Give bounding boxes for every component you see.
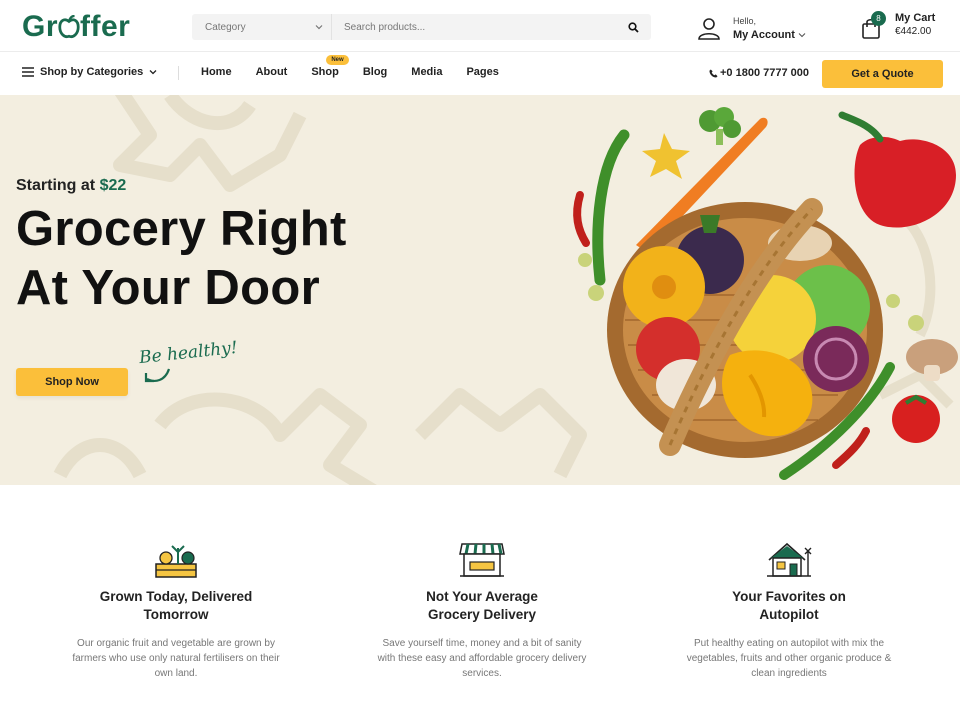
starting-price: $22 xyxy=(99,177,127,194)
logo-text-prefix: Gr xyxy=(22,10,59,43)
crate-produce-icon xyxy=(155,545,197,578)
feature-1-desc-line-1: Our organic fruit and vegetable are grow… xyxy=(77,638,275,649)
chevron-down-icon xyxy=(315,25,323,30)
chevron-down-icon xyxy=(149,70,157,75)
feature-3-title-line-2: Autopilot xyxy=(759,607,819,622)
phone-number: +0 1800 7777 000 xyxy=(720,67,810,79)
nav-link-shop-label: Shop xyxy=(311,66,339,78)
cart-label: My Cart xyxy=(895,12,936,24)
user-icon xyxy=(698,18,720,40)
nav-link-shop[interactable]: Shop New xyxy=(311,55,349,78)
feature-2-desc-line-2: with these easy and affordable grocery d… xyxy=(377,653,587,664)
feature-2-desc-line-3: services. xyxy=(462,668,502,679)
curved-arrow-icon xyxy=(144,368,171,383)
starting-price-line: Starting at $22 xyxy=(16,177,126,195)
feature-1-desc-line-2: farmers who use only natural fertilisers… xyxy=(72,653,280,664)
hero-title-line-1: Grocery Right xyxy=(16,202,347,256)
hero-title: Grocery Right At Your Door xyxy=(16,200,347,318)
apple-logo-icon xyxy=(58,15,80,39)
top-header: Gr ffer Category Hello, My Account 8 xyxy=(0,0,960,52)
feature-3-description: Put healthy eating on autopilot with mix… xyxy=(649,636,929,681)
feature-card-1: Grown Today, Delivered Tomorrow Our orga… xyxy=(36,540,316,681)
chevron-down-icon xyxy=(798,33,806,38)
feature-3-desc-line-1: Put healthy eating on autopilot with mix… xyxy=(693,638,885,649)
feature-card-2: Not Your Average Grocery Delivery Save y… xyxy=(342,540,622,681)
account-menu[interactable]: Hello, My Account xyxy=(697,14,806,42)
phone-link[interactable]: +0 1800 7777 000 xyxy=(709,67,809,79)
storefront-icon xyxy=(459,543,505,577)
hamburger-menu-icon xyxy=(22,67,34,77)
cart-count-badge: 8 xyxy=(871,11,886,26)
feature-card-3: Your Favorites on Autopilot Put healthy … xyxy=(649,540,929,681)
account-greeting: Hello, xyxy=(733,16,757,26)
feature-2-description: Save yourself time, money and a bit of s… xyxy=(342,636,622,681)
site-logo[interactable]: Gr ffer xyxy=(22,10,130,44)
feature-3-desc-line-3: clean ingredients xyxy=(751,668,827,679)
feature-1-desc-line-3: own land. xyxy=(154,668,198,679)
shop-by-categories-menu[interactable]: Shop by Categories xyxy=(22,66,157,78)
feature-1-description: Our organic fruit and vegetable are grow… xyxy=(36,636,316,681)
account-label: My Account xyxy=(733,29,795,41)
new-badge: New xyxy=(326,55,349,65)
feature-3-title: Your Favorites on Autopilot xyxy=(649,588,929,624)
search-input[interactable] xyxy=(332,14,615,40)
hero-banner: Starting at $22 Grocery Right At Your Do… xyxy=(0,95,960,485)
feature-1-title-line-2: Tomorrow xyxy=(143,607,209,622)
phone-icon xyxy=(709,68,718,78)
logo-text-suffix: ffer xyxy=(80,10,131,43)
feature-3-desc-line-2: vegetables, fruits and other organic pro… xyxy=(686,653,892,664)
cart-amount: €442.00 xyxy=(895,26,932,37)
feature-1-title-line-1: Grown Today, Delivered xyxy=(99,589,253,604)
hero-title-line-2: At Your Door xyxy=(16,261,320,315)
get-a-quote-button[interactable]: Get a Quote xyxy=(822,60,943,88)
nav-link-pages[interactable]: Pages xyxy=(466,66,498,78)
feature-2-title: Not Your Average Grocery Delivery xyxy=(342,588,622,624)
search-bar: Category xyxy=(192,14,651,40)
cart-icon-wrap: 8 xyxy=(860,11,886,45)
category-select[interactable]: Category xyxy=(192,14,332,40)
nav-divider xyxy=(178,66,179,80)
main-nav: Shop by Categories Home About Shop New Bl… xyxy=(0,52,960,95)
account-label-row: My Account xyxy=(733,28,806,42)
search-icon xyxy=(627,21,639,33)
feature-1-title: Grown Today, Delivered Tomorrow xyxy=(36,588,316,624)
nav-link-about[interactable]: About xyxy=(256,66,288,78)
feature-2-desc-line-1: Save yourself time, money and a bit of s… xyxy=(382,638,582,649)
category-select-label: Category xyxy=(205,21,246,33)
nav-link-home[interactable]: Home xyxy=(201,66,232,78)
categories-label: Shop by Categories xyxy=(40,66,144,78)
nav-links: Home About Shop New Blog Media Pages xyxy=(201,55,523,78)
nav-link-media[interactable]: Media xyxy=(411,66,442,78)
search-button[interactable] xyxy=(615,14,651,40)
farmhouse-icon xyxy=(767,542,812,577)
nav-link-blog[interactable]: Blog xyxy=(363,66,387,78)
vegetable-basket-image xyxy=(573,107,958,480)
cart-button[interactable]: 8 My Cart €442.00 xyxy=(860,11,935,45)
feature-2-title-line-1: Not Your Average xyxy=(426,589,538,604)
starting-text: Starting at xyxy=(16,177,96,194)
feature-3-title-line-1: Your Favorites on xyxy=(732,589,846,604)
shop-now-button[interactable]: Shop Now xyxy=(16,368,128,396)
feature-2-title-line-2: Grocery Delivery xyxy=(427,607,537,622)
